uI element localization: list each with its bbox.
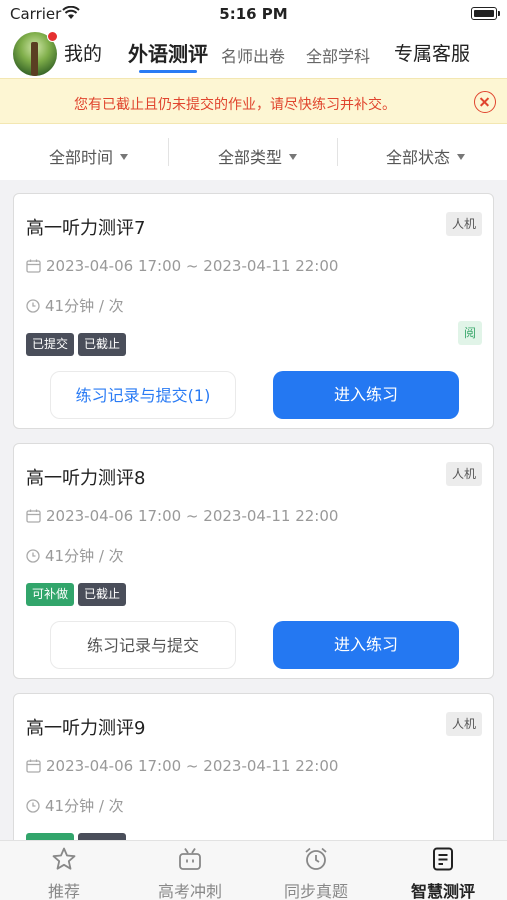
calendar-icon [26,509,41,527]
status-badge: 可补做 [26,583,75,606]
status-bar: Carrier 5:16 PM [0,0,507,28]
caret-down-icon [120,154,129,160]
assessment-card[interactable]: 高一听力测评7 人机 2023-04-06 17:00 ~ 2023-04-11… [13,193,494,429]
filter-status-label: 全部状态 [386,148,451,167]
tab-all-subjects[interactable]: 全部学科 [306,43,370,67]
caret-down-icon [289,154,298,160]
status-badge: 已截止 [78,583,127,606]
tab-customer-service[interactable]: 专属客服 [394,39,470,66]
tab-foreign-language-assessment[interactable]: 外语测评 [128,38,208,67]
status-badge: 已截止 [78,333,127,356]
tab-sync-exams[interactable]: 同步真题 [253,841,379,900]
enter-practice-button[interactable]: 进入练习 [273,371,459,419]
tab-label: 同步真题 [283,882,348,900]
filter-time-label: 全部时间 [49,148,114,167]
tab-recommend[interactable]: 推荐 [1,841,127,900]
assessment-title: 高一听力测评8 [26,468,146,489]
filter-time[interactable]: 全部时间 [49,144,129,168]
mode-tag: 人机 [445,462,482,486]
caret-down-icon [457,154,466,160]
divider [168,138,169,166]
filter-type[interactable]: 全部类型 [218,144,298,168]
tab-label: 高考冲刺 [157,882,222,900]
duration-text: 41分钟 / 次 [45,297,124,315]
close-icon[interactable] [474,91,496,113]
time-range-row: 2023-04-06 17:00 ~ 2023-04-11 22:00 [26,757,338,777]
time-range-text: 2023-04-06 17:00 ~ 2023-04-11 22:00 [46,757,339,775]
status-badge: 已提交 [26,333,75,356]
bottom-tab-bar: 推荐 高考冲刺 同步真题 智慧测评 [0,840,507,900]
filter-status[interactable]: 全部状态 [386,144,466,168]
battery-icon [471,7,500,20]
tv-icon [177,846,203,872]
clock-icon [26,549,40,567]
alarm-clock-icon [303,846,329,872]
clock-icon [26,799,40,817]
mode-tag: 人机 [445,212,482,236]
clock: 5:16 PM [219,5,288,23]
practice-record-button[interactable]: 练习记录与提交 [50,621,236,669]
assessment-title: 高一听力测评9 [26,718,146,739]
duration-text: 41分钟 / 次 [45,797,124,815]
active-tab-indicator [139,70,197,73]
assessment-title: 高一听力测评7 [26,218,146,239]
mode-tag: 人机 [445,712,482,736]
document-icon [430,846,456,872]
enter-practice-button[interactable]: 进入练习 [273,621,459,669]
duration-text: 41分钟 / 次 [45,547,124,565]
filter-bar: 全部时间 全部类型 全部状态 [0,124,507,180]
overdue-notice-banner: 您有已截止且仍未提交的作业，请尽快练习并补交。 [0,78,507,124]
notice-text: 您有已截止且仍未提交的作业，请尽快练习并补交。 [74,97,396,113]
time-range-row: 2023-04-06 17:00 ~ 2023-04-11 22:00 [26,507,338,527]
practice-record-button[interactable]: 练习记录与提交(1) [50,371,236,419]
status-badges: 已提交 已截止 [26,333,130,356]
clock-icon [26,299,40,317]
tab-label: 推荐 [47,882,80,900]
star-icon [51,846,77,872]
filter-type-label: 全部类型 [218,148,283,167]
assessment-card[interactable]: 高一听力测评8 人机 2023-04-06 17:00 ~ 2023-04-11… [13,443,494,679]
top-nav: 我的 外语测评 名师出卷 全部学科 专属客服 [0,28,507,78]
time-range-row: 2023-04-06 17:00 ~ 2023-04-11 22:00 [26,257,338,277]
tab-gaokao-sprint[interactable]: 高考冲刺 [127,841,253,900]
tab-mine[interactable]: 我的 [64,39,102,66]
duration-row: 41分钟 / 次 [26,295,124,317]
notification-dot [47,31,58,42]
calendar-icon [26,759,41,777]
tab-label: 智慧测评 [410,882,475,900]
time-range-text: 2023-04-06 17:00 ~ 2023-04-11 22:00 [46,257,339,275]
duration-row: 41分钟 / 次 [26,795,124,817]
tab-teacher-papers[interactable]: 名师出卷 [221,43,285,67]
time-range-text: 2023-04-06 17:00 ~ 2023-04-11 22:00 [46,507,339,525]
duration-row: 41分钟 / 次 [26,545,124,567]
read-tag: 阅 [458,321,482,345]
status-badges: 可补做 已截止 [26,583,130,606]
calendar-icon [26,259,41,277]
tab-smart-assessment[interactable]: 智慧测评 [380,841,506,900]
divider [337,138,338,166]
